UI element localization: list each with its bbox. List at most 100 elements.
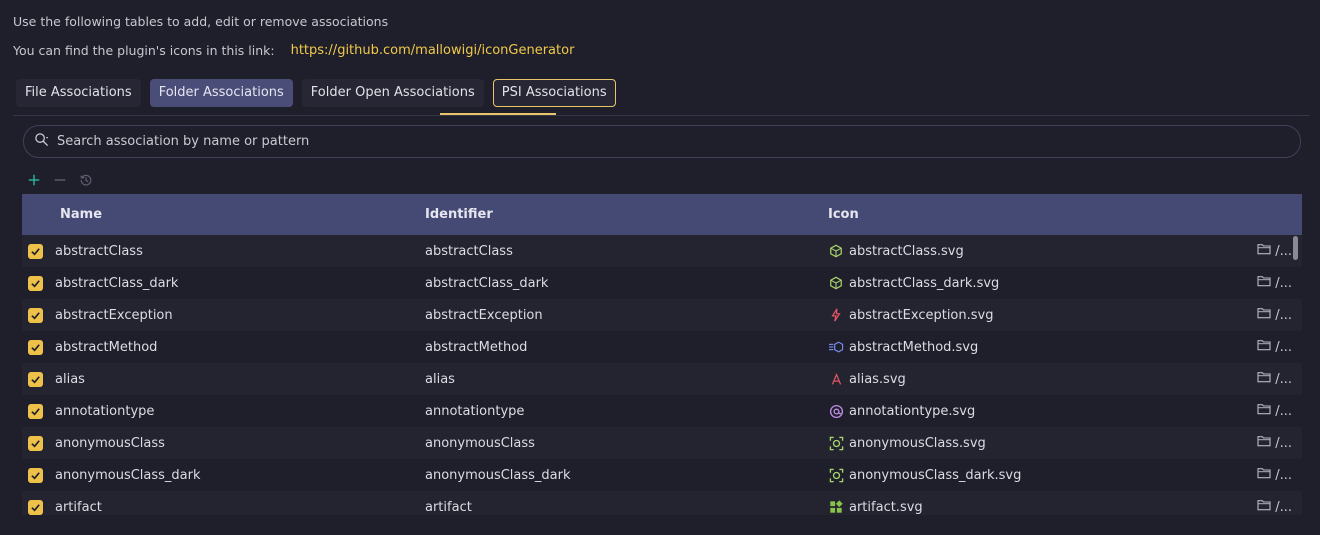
name-cell: abstractException (22, 307, 425, 323)
name-text: abstractClass_dark (55, 275, 179, 291)
table-row[interactable]: annotationtype annotationtype annotationty… (22, 395, 1302, 427)
enabled-checkbox[interactable] (28, 467, 43, 483)
enabled-checkbox[interactable] (28, 403, 43, 419)
plus-icon[interactable] (26, 172, 42, 188)
search-icon (34, 132, 57, 151)
search-box[interactable] (23, 125, 1301, 158)
name-cell: abstractMethod (22, 339, 425, 355)
icon-cell: abstractMethod.svg (828, 339, 1231, 355)
table-row[interactable]: anonymousClass_dark anonymousClass_dark an… (22, 459, 1302, 491)
icon-cell: abstractException.svg (828, 307, 1231, 323)
icon-filename: abstractClass.svg (849, 243, 964, 259)
name-text: abstractClass (55, 243, 143, 259)
folder-icon[interactable] (1257, 435, 1271, 451)
table-row[interactable]: anonymousClass anonymousClass anonymousCla… (22, 427, 1302, 459)
folder-icon[interactable] (1257, 275, 1271, 291)
icon-cell: abstractClass.svg (828, 243, 1231, 259)
intro-text: Use the following tables to add, edit or… (13, 14, 389, 29)
folder-icon[interactable] (1257, 243, 1271, 259)
enabled-checkbox[interactable] (28, 243, 43, 259)
tab-bar: File Associations Folder Associations Fo… (16, 79, 616, 107)
enabled-checkbox[interactable] (28, 435, 43, 451)
path-text: /... (1275, 307, 1292, 323)
path-cell[interactable]: /... (1231, 403, 1302, 419)
artifact-icon (828, 499, 844, 515)
path-cell[interactable]: /... (1231, 499, 1302, 515)
tab-psi-associations[interactable]: PSI Associations (492, 79, 616, 107)
folder-icon[interactable] (1257, 499, 1271, 515)
associations-table: Name Identifier Icon abstractClass abstra… (22, 194, 1302, 515)
table-row[interactable]: abstractMethod abstractMethod abstractMeth… (22, 331, 1302, 363)
path-cell[interactable]: /... (1231, 339, 1302, 355)
path-cell[interactable]: /... (1231, 243, 1302, 259)
path-text: /... (1275, 275, 1292, 291)
identifier-cell: abstractException (425, 307, 543, 323)
name-cell: abstractClass (22, 243, 425, 259)
path-cell[interactable]: /... (1231, 307, 1302, 323)
name-cell: anonymousClass_dark (22, 467, 425, 483)
identifier-cell: abstractClass_dark (425, 275, 549, 291)
name-text: abstractMethod (55, 339, 158, 355)
path-cell[interactable]: /... (1231, 275, 1302, 291)
name-text: artifact (55, 499, 102, 515)
enabled-checkbox[interactable] (28, 499, 43, 515)
table-header: Name Identifier Icon (22, 194, 1302, 235)
path-cell[interactable]: /... (1231, 467, 1302, 483)
tab-folder-open-associations[interactable]: Folder Open Associations (301, 79, 484, 107)
at-icon (828, 403, 844, 419)
enabled-checkbox[interactable] (28, 371, 43, 387)
anon-class-icon (828, 467, 844, 483)
tab-folder-associations[interactable]: Folder Associations (149, 79, 293, 107)
link-row: You can find the plugin's icons in this … (13, 43, 574, 58)
table-row[interactable]: alias alias alias.svg /... (22, 363, 1302, 395)
name-cell: anonymousClass (22, 435, 425, 451)
table-row[interactable]: artifact artifact artifact.svg /... (22, 491, 1302, 515)
enabled-checkbox[interactable] (28, 307, 43, 323)
bolt-icon (828, 307, 844, 323)
name-text: abstractException (55, 307, 173, 323)
icon-cell: artifact.svg (828, 499, 1231, 515)
icon-cell: anonymousClass.svg (828, 435, 1231, 451)
path-cell[interactable]: /... (1231, 371, 1302, 387)
tab-file-associations[interactable]: File Associations (16, 79, 141, 107)
identifier-cell: anonymousClass (425, 435, 535, 451)
history-icon[interactable] (78, 172, 94, 188)
folder-icon[interactable] (1257, 467, 1271, 483)
path-cell[interactable]: /... (1231, 435, 1302, 451)
icon-filename: anonymousClass.svg (849, 435, 986, 451)
tabs-divider (13, 115, 1310, 116)
folder-icon[interactable] (1257, 403, 1271, 419)
table-row[interactable]: abstractClass_dark abstractClass_dark abst… (22, 267, 1302, 299)
path-text: /... (1275, 371, 1292, 387)
folder-icon[interactable] (1257, 307, 1271, 323)
table-row[interactable]: abstractException abstractException abstra… (22, 299, 1302, 331)
folder-icon[interactable] (1257, 339, 1271, 355)
cube-icon (828, 275, 844, 291)
identifier-cell: artifact (425, 499, 472, 515)
identifier-cell: alias (425, 371, 455, 387)
letter-a-icon (828, 371, 844, 387)
icon-filename: annotationtype.svg (849, 403, 976, 419)
scrollbar-thumb[interactable] (1293, 236, 1298, 260)
search-input[interactable] (57, 134, 1257, 149)
column-header-icon[interactable]: Icon (828, 207, 1231, 222)
name-text: alias (55, 371, 85, 387)
enabled-checkbox[interactable] (28, 339, 43, 355)
column-header-identifier[interactable]: Identifier (425, 207, 828, 222)
method-icon (828, 339, 844, 355)
path-text: /... (1275, 499, 1292, 515)
column-header-name[interactable]: Name (22, 207, 425, 222)
table-row[interactable]: abstractClass abstractClass abstractClass.… (22, 235, 1302, 267)
enabled-checkbox[interactable] (28, 275, 43, 291)
icon-cell: abstractClass_dark.svg (828, 275, 1231, 291)
link-label: You can find the plugin's icons in this … (13, 43, 275, 58)
name-text: anonymousClass_dark (55, 467, 201, 483)
folder-icon[interactable] (1257, 371, 1271, 387)
icon-generator-link[interactable]: https://github.com/mallowigi/iconGenerat… (291, 43, 575, 58)
name-cell: alias (22, 371, 425, 387)
identifier-cell: abstractClass (425, 243, 513, 259)
table-body: abstractClass abstractClass abstractClass.… (22, 235, 1302, 515)
minus-icon[interactable] (52, 172, 68, 188)
icon-cell: annotationtype.svg (828, 403, 1231, 419)
icon-filename: alias.svg (849, 371, 906, 387)
